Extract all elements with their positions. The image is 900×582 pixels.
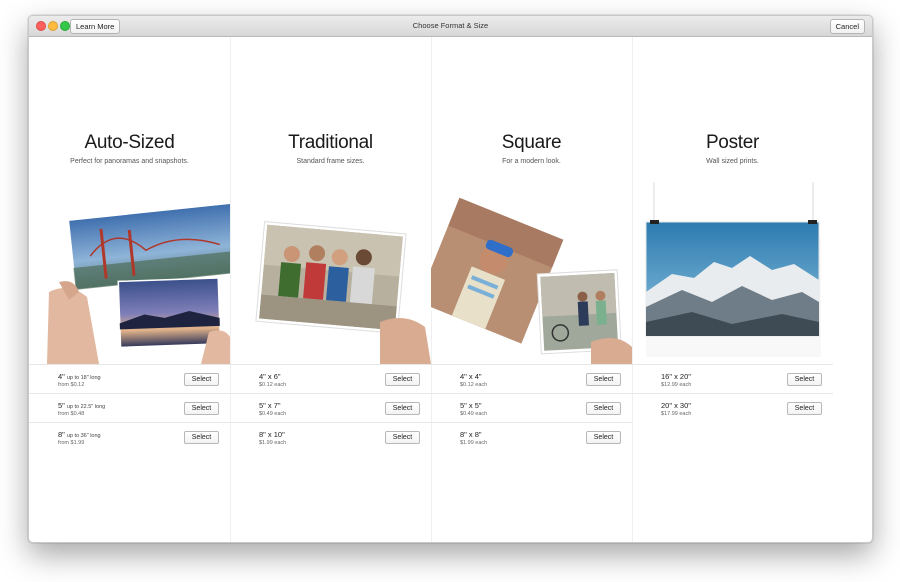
format-columns: Auto-Sized Perfect for panoramas and sna… xyxy=(29,37,872,542)
price-label: from $1.99 xyxy=(58,440,85,446)
price-label: from $0.12 xyxy=(58,382,85,388)
select-button[interactable]: Select xyxy=(586,402,621,415)
size-label: 20" x 30" xyxy=(661,401,691,410)
size-label: 8" x 8" xyxy=(460,430,482,439)
select-button[interactable]: Select xyxy=(385,402,420,415)
format-size-window: Choose Format & Size Learn More Cancel A… xyxy=(28,15,873,543)
window-title: Choose Format & Size xyxy=(412,21,489,30)
column-poster: Poster Wall sized prints. 16" x 20" $12.… xyxy=(632,37,872,542)
size-label: 4" xyxy=(58,372,65,381)
traditional-illustration xyxy=(230,182,431,364)
select-button[interactable]: Select xyxy=(184,431,219,444)
column-subtitle: Standard frame sizes. xyxy=(296,158,365,165)
learn-more-button[interactable]: Learn More xyxy=(70,19,121,34)
size-option-row: 4" up to 18" long from $0.12 Select xyxy=(29,364,230,393)
cancel-button[interactable]: Cancel xyxy=(829,19,865,34)
size-label: 4" x 6" xyxy=(259,372,281,381)
size-label: 5" xyxy=(58,401,65,410)
select-button[interactable]: Select xyxy=(787,402,822,415)
price-label: $17.99 each xyxy=(661,411,692,417)
size-option-row: 8" up to 36" long from $1.99 Select xyxy=(29,422,230,451)
size-note: up to 22.5" long xyxy=(66,404,106,410)
column-title: Traditional xyxy=(288,132,373,153)
column-auto-sized: Auto-Sized Perfect for panoramas and sna… xyxy=(29,37,231,542)
select-button[interactable]: Select xyxy=(787,373,822,386)
size-label: 16" x 20" xyxy=(661,372,691,381)
size-note: up to 36" long xyxy=(66,433,101,439)
select-button[interactable]: Select xyxy=(385,431,420,444)
column-title: Auto-Sized xyxy=(84,132,175,153)
title-bar: Choose Format & Size Learn More Cancel xyxy=(29,16,872,37)
auto-sized-illustration xyxy=(29,182,230,364)
size-option-row: 5" up to 22.5" long from $0.48 Select xyxy=(29,393,230,422)
column-square: Square For a modern look. 4" x 4" $0.12 … xyxy=(431,37,633,542)
size-option-row: 5" x 5" $0.49 each Select xyxy=(431,393,632,422)
square-illustration xyxy=(431,182,632,364)
size-note: up to 18" long xyxy=(66,375,101,381)
poster-options: 16" x 20" $12.99 each Select 20" x 30" $… xyxy=(632,364,833,422)
size-label: 5" x 5" xyxy=(460,401,482,410)
size-label: 5" x 7" xyxy=(259,401,281,410)
traditional-options: 4" x 6" $0.12 each Select 5" x 7" $0.49 … xyxy=(230,364,431,451)
size-label: 8" x 10" xyxy=(259,430,285,439)
column-subtitle: Wall sized prints. xyxy=(706,158,759,165)
size-option-row: 4" x 4" $0.12 each Select xyxy=(431,364,632,393)
size-option-row: 20" x 30" $17.99 each Select xyxy=(632,393,833,422)
price-label: $12.99 each xyxy=(661,382,692,388)
price-label: $1.99 each xyxy=(259,440,287,446)
size-option-row: 4" x 6" $0.12 each Select xyxy=(230,364,431,393)
select-button[interactable]: Select xyxy=(586,431,621,444)
price-label: $0.12 each xyxy=(460,382,488,388)
auto-sized-options: 4" up to 18" long from $0.12 Select 5" up … xyxy=(29,364,230,451)
size-option-row: 8" x 10" $1.99 each Select xyxy=(230,422,431,451)
poster-illustration xyxy=(632,182,833,364)
size-label: 8" xyxy=(58,430,65,439)
select-button[interactable]: Select xyxy=(184,373,219,386)
price-label: from $0.48 xyxy=(58,411,85,417)
size-label: 4" x 4" xyxy=(460,372,482,381)
price-label: $1.99 each xyxy=(460,440,488,446)
square-options: 4" x 4" $0.12 each Select 5" x 5" $0.49 … xyxy=(431,364,632,451)
price-label: $0.12 each xyxy=(259,382,287,388)
size-option-row: 8" x 8" $1.99 each Select xyxy=(431,422,632,451)
column-subtitle: For a modern look. xyxy=(502,158,561,165)
column-title: Poster xyxy=(705,132,760,153)
select-button[interactable]: Select xyxy=(586,373,621,386)
select-button[interactable]: Select xyxy=(184,402,219,415)
price-label: $0.49 each xyxy=(259,411,287,417)
column-traditional: Traditional Standard frame sizes. 4" x 6… xyxy=(230,37,432,542)
select-button[interactable]: Select xyxy=(385,373,420,386)
size-option-row: 16" x 20" $12.99 each Select xyxy=(632,364,833,393)
size-option-row: 5" x 7" $0.49 each Select xyxy=(230,393,431,422)
column-subtitle: Perfect for panoramas and snapshots. xyxy=(70,158,189,165)
column-title: Square xyxy=(501,132,562,153)
price-label: $0.49 each xyxy=(460,411,488,417)
